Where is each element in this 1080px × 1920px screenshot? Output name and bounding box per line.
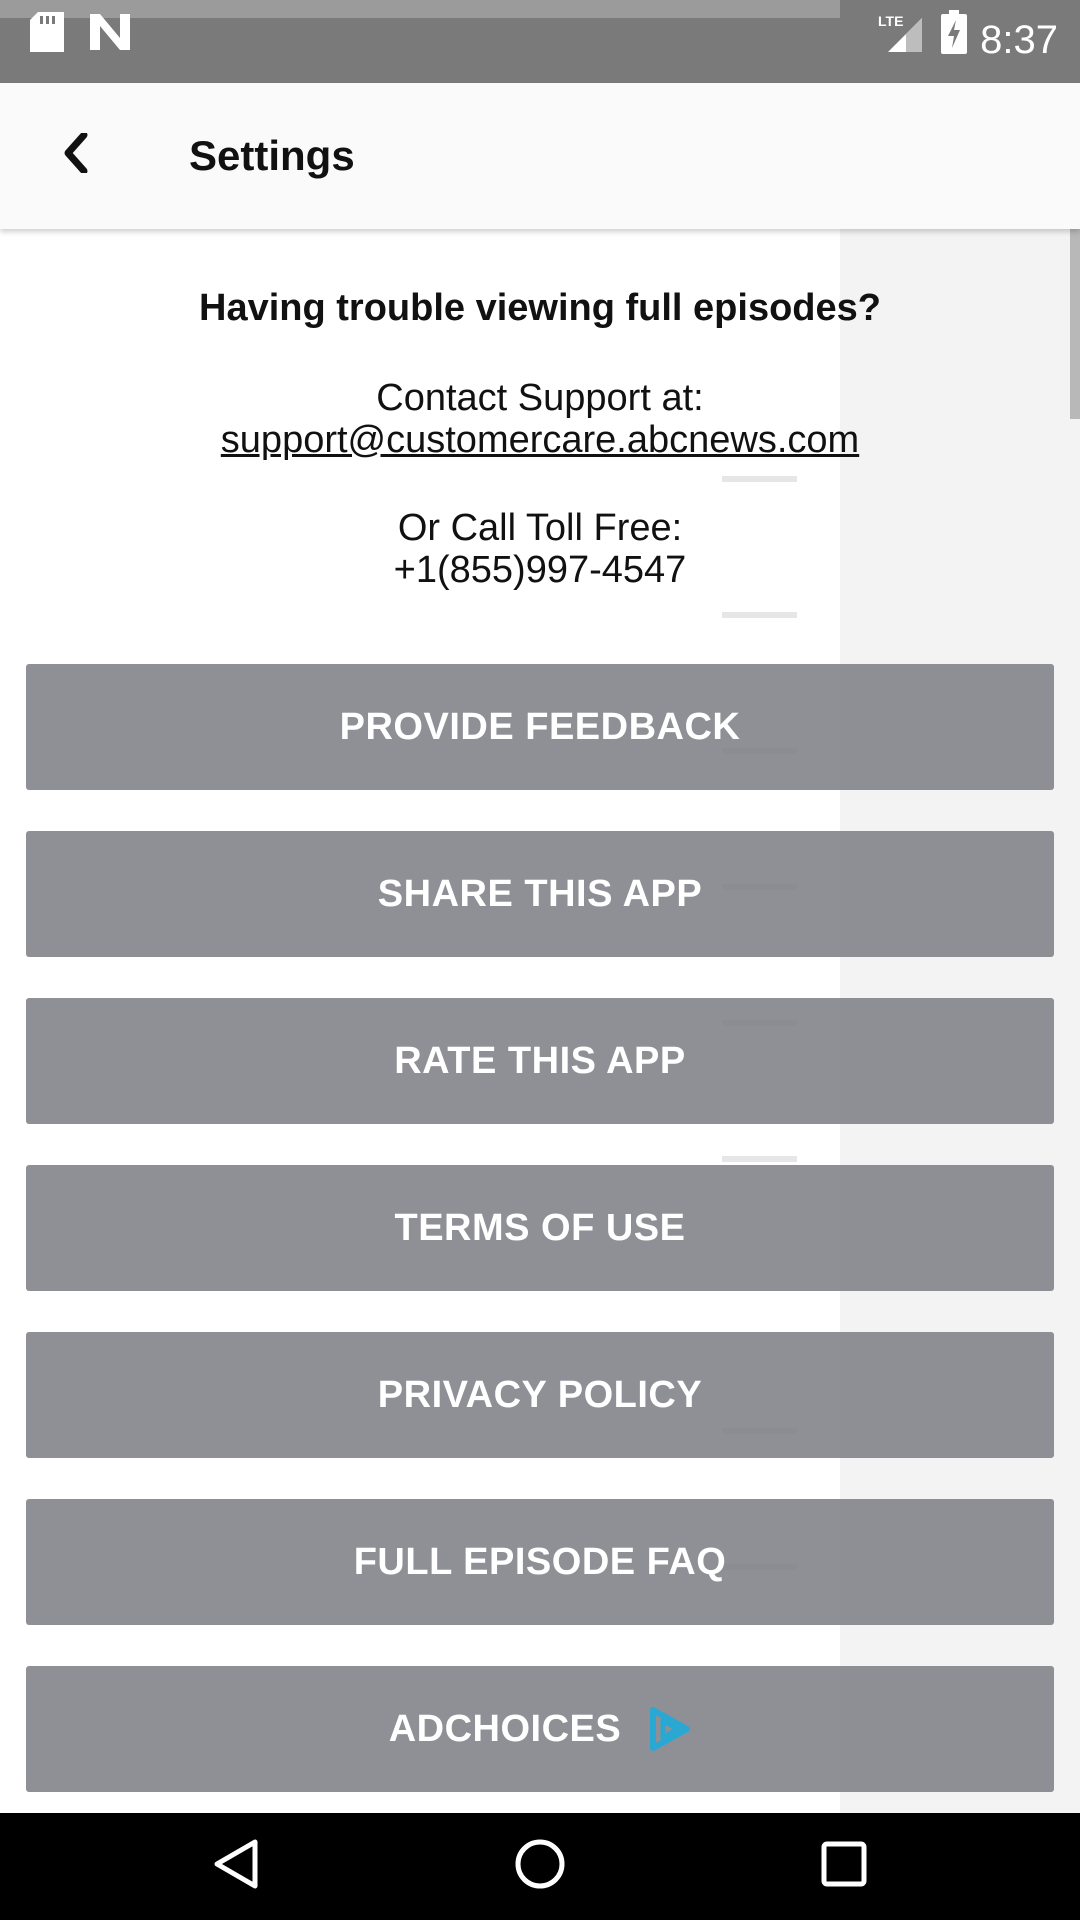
contact-support-label: Contact Support at: bbox=[376, 377, 704, 419]
terms-of-use-button[interactable]: TERMS OF USE bbox=[26, 1165, 1054, 1291]
rate-app-button[interactable]: RATE THIS APP bbox=[26, 998, 1054, 1124]
page-title: Settings bbox=[189, 132, 355, 179]
button-label: PRIVACY POLICY bbox=[377, 1373, 703, 1416]
nav-home-button[interactable] bbox=[480, 1813, 600, 1920]
status-time: 8:37 bbox=[980, 18, 1058, 62]
provide-feedback-button[interactable]: PROVIDE FEEDBACK bbox=[26, 664, 1054, 790]
app-header: Settings bbox=[0, 83, 1080, 229]
button-label: SHARE THIS APP bbox=[377, 872, 703, 915]
nav-recents-button[interactable] bbox=[784, 1813, 904, 1920]
button-label: TERMS OF USE bbox=[394, 1206, 686, 1249]
button-label: FULL EPISODE FAQ bbox=[353, 1540, 727, 1583]
battery-charging-icon bbox=[941, 10, 967, 59]
privacy-policy-button[interactable]: PRIVACY POLICY bbox=[26, 1332, 1054, 1458]
share-app-button[interactable]: SHARE THIS APP bbox=[26, 831, 1054, 957]
button-label: PROVIDE FEEDBACK bbox=[339, 705, 741, 748]
chevron-left-icon bbox=[62, 131, 88, 178]
nav-back-button[interactable] bbox=[176, 1813, 296, 1920]
background-menu-item bbox=[145, 340, 155, 382]
adchoices-button[interactable]: ADCHOICES bbox=[26, 1666, 1054, 1792]
signal-icon: LTE bbox=[876, 10, 922, 57]
back-triangle-icon bbox=[213, 1838, 259, 1895]
adchoices-icon bbox=[647, 1706, 691, 1752]
n-logo-icon bbox=[90, 14, 130, 55]
support-email-link[interactable]: support@customercare.abcnews.com bbox=[0, 419, 1080, 462]
support-phone-number[interactable]: +1(855)997-4547 bbox=[0, 549, 1080, 592]
support-heading: Having trouble viewing full episodes? bbox=[199, 287, 881, 329]
background-divider bbox=[722, 1156, 797, 1162]
status-bar: LTE 8:37 bbox=[0, 0, 1080, 83]
home-circle-icon bbox=[514, 1838, 566, 1895]
svg-text:LTE: LTE bbox=[878, 13, 903, 29]
button-label: RATE THIS APP bbox=[394, 1039, 686, 1082]
sd-card-icon bbox=[30, 12, 64, 57]
back-button[interactable] bbox=[50, 123, 100, 187]
system-nav-bar bbox=[0, 1813, 1080, 1920]
recents-square-icon bbox=[821, 1841, 867, 1892]
toll-free-label: Or Call Toll Free: bbox=[397, 507, 683, 549]
background-divider bbox=[722, 612, 797, 618]
button-label: ADCHOICES bbox=[388, 1707, 622, 1750]
full-episode-faq-button[interactable]: FULL EPISODE FAQ bbox=[26, 1499, 1054, 1625]
background-divider bbox=[722, 476, 797, 482]
